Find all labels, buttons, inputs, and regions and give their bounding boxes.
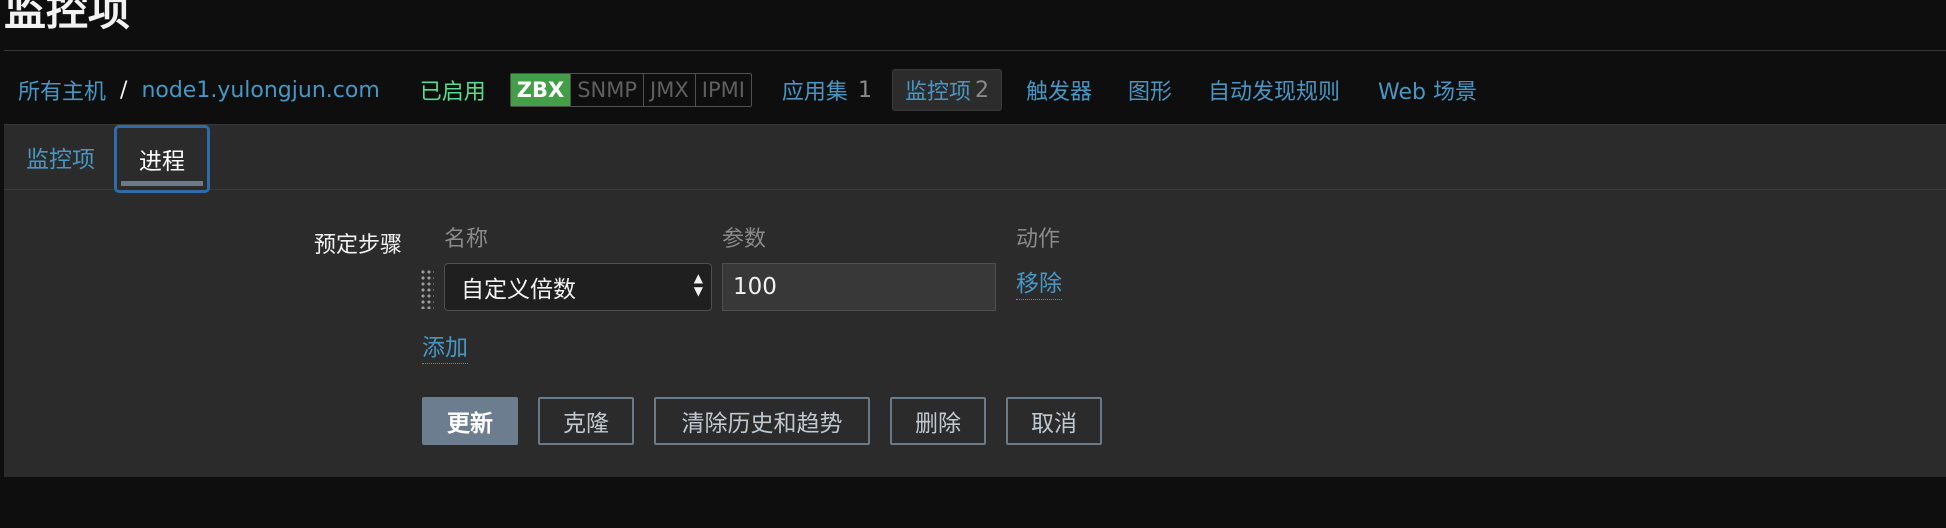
nav-discovery-rules[interactable]: 自动发现规则 [1208, 74, 1340, 106]
availability-ipmi: IPMI [694, 74, 751, 106]
tab-preprocessing[interactable]: 进程 [114, 125, 210, 193]
remove-step-link[interactable]: 移除 [1016, 269, 1062, 300]
preprocessing-steps-label: 预定步骤 [313, 233, 402, 258]
nav-web-scenarios[interactable]: Web 场景 [1378, 74, 1477, 106]
clone-button[interactable]: 克隆 [538, 397, 634, 445]
nav-items-count: 2 [974, 77, 989, 103]
column-action-header: 动作 [1016, 227, 1061, 252]
step-type-select[interactable]: 自定义倍数 ▲ ▼ [444, 263, 712, 311]
breadcrumb-host[interactable]: node1.yulongjun.com [141, 78, 379, 103]
cancel-button[interactable]: 取消 [1006, 397, 1102, 445]
nav-applications-count: 1 [857, 77, 872, 103]
column-name-header: 名称 [444, 227, 489, 252]
tab-preprocessing-label: 进程 [139, 149, 185, 175]
host-status-enabled[interactable]: 已启用 [420, 74, 486, 106]
step-type-value: 自定义倍数 [461, 277, 576, 303]
drag-handle-icon[interactable] [420, 269, 434, 309]
clear-history-button[interactable]: 清除历史和趋势 [654, 397, 870, 445]
availability-jmx: JMX [643, 74, 695, 106]
nav-triggers[interactable]: 触发器 [1026, 74, 1092, 106]
availability-indicators: ZBX SNMP JMX IPMI [509, 73, 752, 107]
nav-applications-label: 应用集 [781, 80, 848, 105]
availability-snmp: SNMP [570, 74, 643, 106]
item-form-container: 监控项 进程 预定步骤 名称 参数 动作 自定义倍数 ▲▼ 移除 添加 更新 克… [4, 124, 1946, 477]
add-step-link[interactable]: 添加 [422, 333, 468, 364]
page-title: 监控项 [4, 0, 131, 35]
title-divider [4, 50, 1946, 51]
column-params-header: 参数 [722, 227, 767, 252]
nav-items-label: 监控项 [904, 80, 971, 105]
breadcrumb-separator: / [120, 77, 128, 103]
tab-bar: 监控项 进程 [4, 125, 1946, 193]
select-arrows-icon: ▲ ▼ [693, 271, 703, 298]
tab-items[interactable]: 监控项 [26, 125, 95, 189]
update-button[interactable]: 更新 [422, 397, 518, 445]
nav-graphs[interactable]: 图形 [1128, 74, 1172, 106]
breadcrumb-all-hosts[interactable]: 所有主机 [18, 74, 106, 106]
active-tab-underline [121, 181, 203, 186]
host-navigation: 所有主机 / node1.yulongjun.com 已启用 ZBX SNMP … [18, 68, 1477, 112]
availability-zbx: ZBX [510, 74, 571, 106]
step-param-input[interactable] [722, 263, 996, 311]
nav-applications[interactable]: 应用集 1 [782, 74, 872, 106]
delete-button[interactable]: 删除 [890, 397, 986, 445]
nav-items[interactable]: 监控项 2 [891, 69, 1002, 111]
